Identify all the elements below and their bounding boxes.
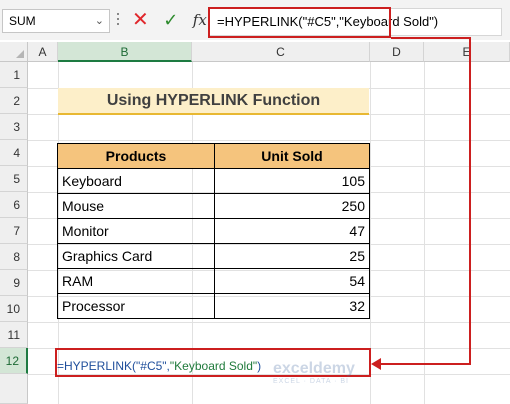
formula-highlight-box	[208, 7, 391, 38]
gridline	[28, 140, 510, 141]
chevron-down-icon[interactable]: ⌄	[95, 10, 104, 32]
product-cell[interactable]: Graphics Card	[57, 243, 215, 269]
row-header-1[interactable]: 1	[0, 62, 28, 88]
arrow-line-vertical	[469, 38, 471, 365]
row-header-12[interactable]: 12	[0, 348, 28, 374]
product-cell[interactable]: Mouse	[57, 193, 215, 219]
table-row: Keyboard 105	[57, 168, 370, 194]
arrow-line-top	[391, 37, 471, 39]
row-header-3[interactable]: 3	[0, 114, 28, 140]
insert-function-icon[interactable]: fx	[193, 11, 207, 29]
table-row: Processor 32	[57, 293, 370, 319]
select-all-corner[interactable]	[0, 42, 28, 62]
column-header-a[interactable]: A	[28, 42, 58, 62]
arrow-line-bottom	[380, 363, 471, 365]
column-header-e[interactable]: E	[424, 42, 510, 62]
name-box-value: SUM	[9, 14, 36, 28]
row-header-11[interactable]: 11	[0, 322, 28, 348]
gridline	[28, 322, 510, 323]
units-cell[interactable]: 47	[214, 218, 370, 244]
units-cell[interactable]: 105	[214, 168, 370, 194]
gridline	[424, 62, 425, 404]
row-header-2[interactable]: 2	[0, 88, 28, 114]
units-cell[interactable]: 32	[214, 293, 370, 319]
product-cell[interactable]: RAM	[57, 268, 215, 294]
table-row: Graphics Card 25	[57, 243, 370, 269]
page-title: Using HYPERLINK Function	[106, 92, 321, 109]
row-header-13	[0, 374, 28, 404]
column-header-b[interactable]: B	[58, 42, 192, 62]
column-header-d[interactable]: D	[370, 42, 424, 62]
arrow-head-icon	[371, 358, 381, 370]
header-products[interactable]: Products	[57, 143, 215, 169]
cancel-icon[interactable]: ✕	[132, 10, 149, 30]
units-cell[interactable]: 250	[214, 193, 370, 219]
watermark-tagline: EXCEL · DATA · BI	[273, 378, 349, 385]
product-cell[interactable]: Monitor	[57, 218, 215, 244]
name-box[interactable]: SUM ⌄	[2, 9, 110, 33]
row-header-5[interactable]: 5	[0, 166, 28, 192]
header-unit-sold[interactable]: Unit Sold	[214, 143, 370, 169]
row-header-4[interactable]: 4	[0, 140, 28, 166]
units-cell[interactable]: 54	[214, 268, 370, 294]
table-header-row: Products Unit Sold	[57, 143, 370, 169]
column-header-c[interactable]: C	[192, 42, 370, 62]
table-row: Mouse 250	[57, 193, 370, 219]
enter-check-icon[interactable]: ✓	[163, 10, 178, 30]
title-cell[interactable]: Using HYPERLINK Function	[58, 88, 369, 115]
table-row: Monitor 47	[57, 218, 370, 244]
products-table: Products Unit Sold Keyboard 105 Mouse 25…	[57, 143, 370, 319]
formula-buttons: ✕ ✓ fx	[132, 10, 217, 32]
product-cell[interactable]: Processor	[57, 293, 215, 319]
units-cell[interactable]: 25	[214, 243, 370, 269]
row-header-6[interactable]: 6	[0, 192, 28, 218]
watermark-logo: exceldemy EXCEL · DATA · BI	[273, 360, 355, 385]
row-header-8[interactable]: 8	[0, 244, 28, 270]
product-cell[interactable]: Keyboard	[57, 168, 215, 194]
row-header-10[interactable]: 10	[0, 296, 28, 322]
table-row: RAM 54	[57, 268, 370, 294]
row-header-7[interactable]: 7	[0, 218, 28, 244]
row-header-9[interactable]: 9	[0, 270, 28, 296]
drag-handle-icon[interactable]	[116, 10, 120, 30]
watermark-name: exceldemy	[273, 360, 355, 377]
